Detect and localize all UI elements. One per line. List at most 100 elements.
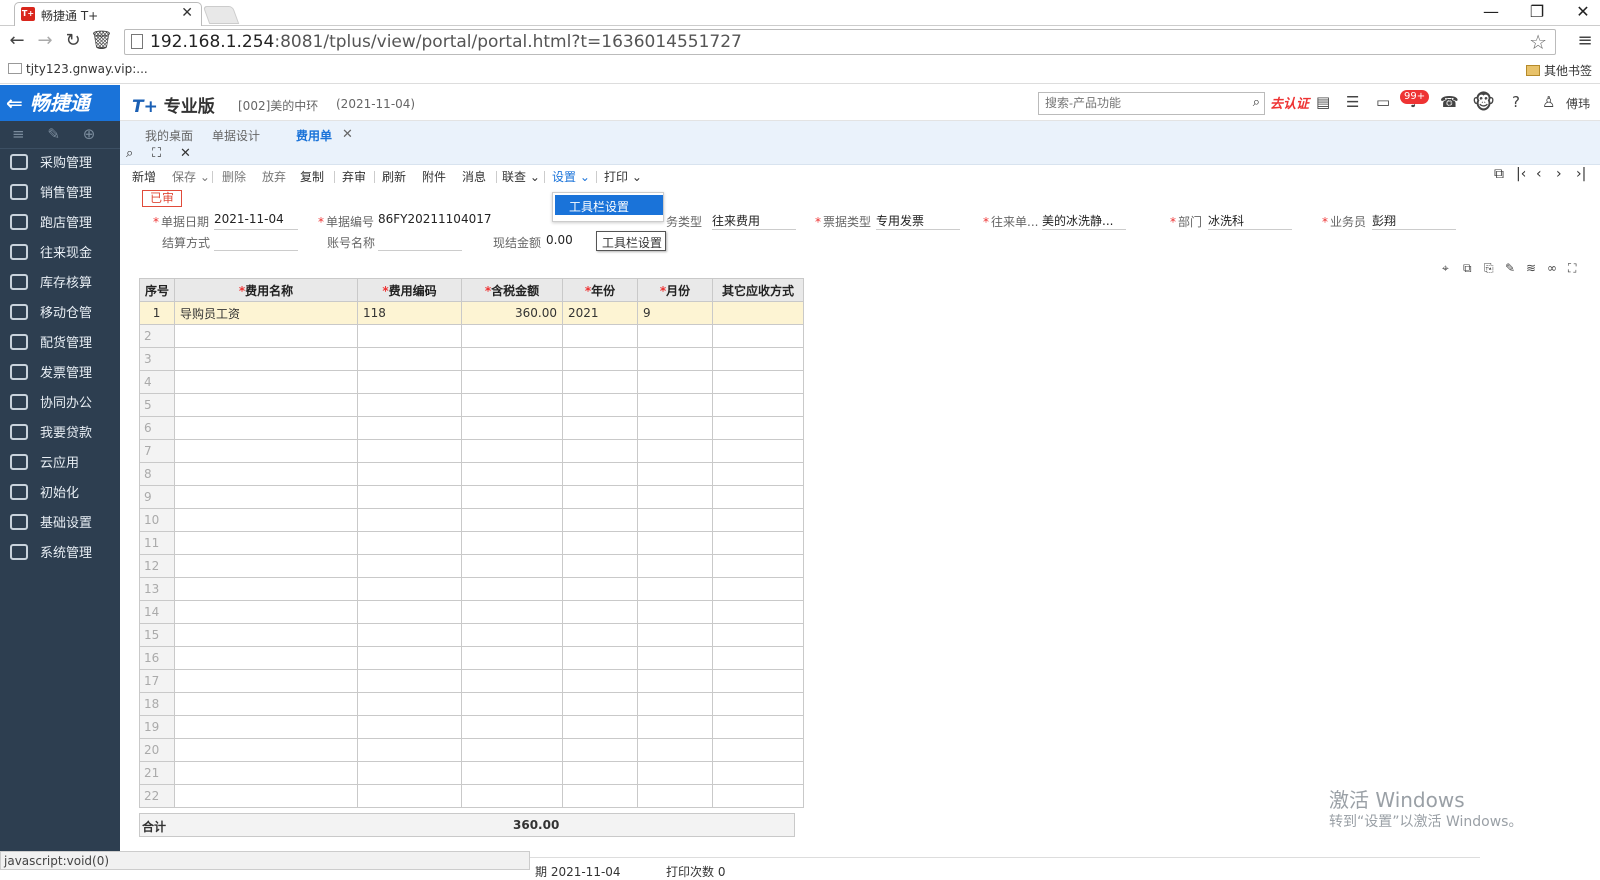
grid-cell[interactable]	[174, 623, 359, 647]
grid-cell[interactable]	[637, 370, 714, 394]
grid-cell[interactable]	[174, 370, 359, 394]
column-header[interactable]: *月份	[637, 278, 714, 302]
table-row[interactable]: 2	[138, 324, 805, 348]
grid-cell[interactable]	[461, 738, 564, 762]
delete-button[interactable]: 删除	[222, 168, 246, 185]
browser-tab[interactable]: T+ 畅捷通 T+ ✕	[14, 2, 202, 26]
grid-cell[interactable]	[562, 600, 639, 624]
grid-cell[interactable]	[637, 646, 714, 670]
account-field[interactable]	[378, 233, 462, 251]
url-bar[interactable]: 192.168.1.254:8081/tplus/view/portal/por…	[124, 29, 1556, 55]
menu-icon[interactable]: ≡	[1574, 30, 1596, 51]
grid-cell[interactable]	[357, 669, 463, 693]
table-row[interactable]: 7	[138, 439, 805, 463]
grid-cell[interactable]	[637, 462, 714, 486]
grid-cell[interactable]	[461, 761, 564, 785]
grid-cell[interactable]	[174, 715, 359, 739]
grid-cell[interactable]	[712, 623, 805, 647]
cash-field[interactable]: 0.00	[546, 233, 594, 251]
grid-cell[interactable]	[562, 669, 639, 693]
grid-cell[interactable]	[357, 508, 463, 532]
grid-cell[interactable]	[562, 370, 639, 394]
sidebar-item[interactable]: 采购管理	[0, 149, 120, 179]
fullscreen-icon[interactable]: ⛶	[152, 146, 161, 161]
table-row[interactable]: 12	[138, 554, 805, 578]
expense-name-cell[interactable]: 导购员工资	[174, 301, 359, 325]
grid-cell[interactable]	[637, 761, 714, 785]
table-row[interactable]: 22	[138, 784, 805, 808]
grid-cell[interactable]	[712, 577, 805, 601]
grid-cell[interactable]	[357, 692, 463, 716]
grid-cell[interactable]	[174, 347, 359, 371]
grid-cell[interactable]	[461, 485, 564, 509]
grid-cell[interactable]	[357, 600, 463, 624]
grid-cell[interactable]	[562, 738, 639, 762]
grid-cell[interactable]	[357, 784, 463, 808]
grid-cell[interactable]	[712, 784, 805, 808]
add-icon[interactable]: ⊕	[83, 125, 96, 143]
refresh-button[interactable]: 刷新	[382, 168, 406, 185]
grid-cell[interactable]	[712, 738, 805, 762]
tab-expense[interactable]: 费用单	[296, 127, 332, 144]
grid-cell[interactable]	[461, 347, 564, 371]
grid-cell[interactable]	[637, 692, 714, 716]
table-row[interactable]: 21	[138, 761, 805, 785]
unaudit-button[interactable]: 弃审	[342, 168, 366, 185]
month-cell[interactable]: 9	[637, 301, 714, 325]
grid-cell[interactable]	[562, 416, 639, 440]
grid-cell[interactable]	[357, 646, 463, 670]
grid-cell[interactable]	[637, 324, 714, 348]
sidebar-item[interactable]: 发票管理	[0, 359, 120, 389]
format-icon[interactable]: ≋	[1526, 261, 1536, 275]
grid-cell[interactable]	[562, 784, 639, 808]
grid-cell[interactable]	[461, 577, 564, 601]
grid-cell[interactable]	[174, 738, 359, 762]
table-row[interactable]: 11	[138, 531, 805, 555]
grid-cell[interactable]	[357, 761, 463, 785]
search-icon[interactable]: ⌕	[1253, 95, 1260, 110]
sidebar-item[interactable]: 协同办公	[0, 389, 120, 419]
grid-cell[interactable]	[174, 669, 359, 693]
other-bookmarks[interactable]: 其他书签	[1525, 62, 1592, 79]
table-row[interactable]: 17	[138, 669, 805, 693]
table-row[interactable]: 15	[138, 623, 805, 647]
sidebar-item[interactable]: 往来现金	[0, 239, 120, 269]
grid-cell[interactable]	[637, 715, 714, 739]
grid-cell[interactable]	[562, 623, 639, 647]
grid-cell[interactable]	[174, 784, 359, 808]
grid-cell[interactable]	[174, 439, 359, 463]
grid-cell[interactable]	[357, 554, 463, 578]
grid-cell[interactable]	[637, 623, 714, 647]
hamburger-icon[interactable]: ≡	[12, 125, 25, 143]
forward-icon[interactable]: →	[34, 30, 56, 51]
grid-cell[interactable]	[712, 554, 805, 578]
sidebar-item[interactable]: 基础设置	[0, 509, 120, 539]
sidebar-item[interactable]: 配货管理	[0, 329, 120, 359]
expense-code-cell[interactable]: 118	[357, 301, 463, 325]
sidebar-item[interactable]: 移动仓管	[0, 299, 120, 329]
grid-cell[interactable]	[174, 531, 359, 555]
grid-cell[interactable]	[637, 784, 714, 808]
other-method-cell[interactable]	[712, 301, 805, 325]
partner-field[interactable]: 美的冰洗静...	[1042, 212, 1126, 230]
bookmark-star-icon[interactable]: ☆	[1529, 30, 1547, 54]
column-header[interactable]: *年份	[562, 278, 639, 302]
grid-cell[interactable]	[357, 439, 463, 463]
grid-cell[interactable]	[461, 531, 564, 555]
grid-cell[interactable]	[712, 646, 805, 670]
grid-cell[interactable]	[357, 324, 463, 348]
new-tab-button[interactable]	[202, 6, 240, 24]
restore-icon[interactable]: ❐	[1522, 2, 1552, 21]
table-row[interactable]: 8	[138, 462, 805, 486]
grid-cell[interactable]	[637, 669, 714, 693]
trash-icon[interactable]: 🗑	[90, 30, 113, 51]
doc-date-field[interactable]: 2021-11-04	[214, 212, 298, 230]
bookmark-item[interactable]: tjty123.gnway.vip:...	[8, 62, 148, 76]
grid-cell[interactable]	[461, 669, 564, 693]
edit-columns-icon[interactable]: ✎	[1505, 261, 1515, 275]
tab-desktop[interactable]: 我的桌面	[145, 127, 193, 144]
grid-cell[interactable]	[461, 370, 564, 394]
tab-design[interactable]: 单据设计	[212, 127, 260, 144]
grid-cell[interactable]	[562, 761, 639, 785]
grid-cell[interactable]	[357, 715, 463, 739]
